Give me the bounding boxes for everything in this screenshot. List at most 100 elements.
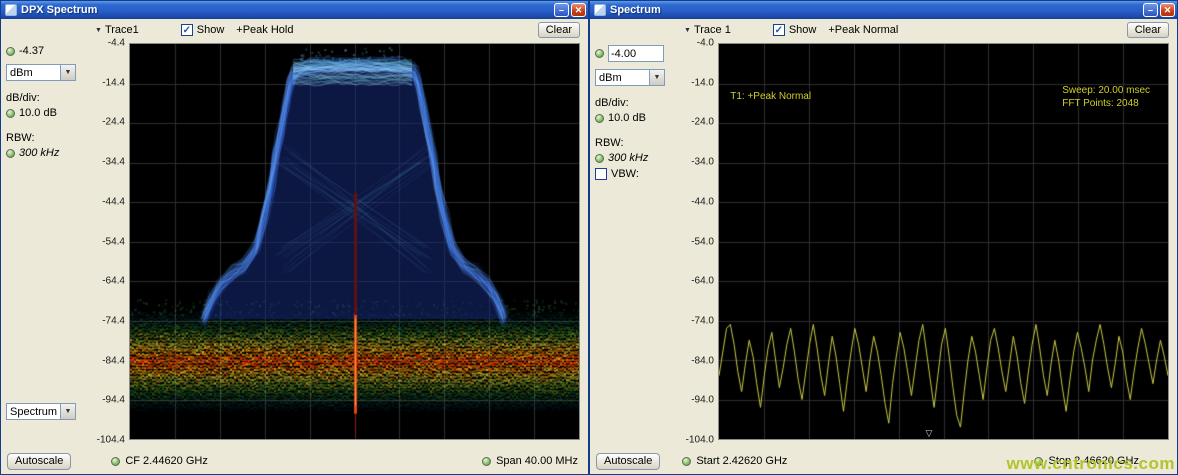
y-axis-tick-label: -94.0 bbox=[691, 395, 714, 406]
dbdiv-knob-icon[interactable] bbox=[595, 114, 604, 123]
titlebar-buttons: – ✕ bbox=[1143, 3, 1175, 17]
spectrum-window: Spectrum – ✕ dBm ▼ dB/div: 10.0 dB bbox=[589, 0, 1178, 475]
window-title: DPX Spectrum bbox=[21, 4, 550, 16]
display-mode-value: Spectrum bbox=[7, 406, 60, 418]
spec-y-axis: -4.0-14.0-24.0-34.0-44.0-54.0-64.0-74.0-… bbox=[682, 43, 718, 440]
clear-button[interactable]: Clear bbox=[1127, 22, 1169, 38]
cf-knob-icon[interactable] bbox=[111, 457, 120, 466]
span-control: Span 40.00 MHz bbox=[482, 455, 578, 467]
vbw-label: VBW: bbox=[611, 168, 639, 180]
y-axis-tick-label: -24.4 bbox=[102, 117, 125, 128]
dpx-plot-area[interactable] bbox=[129, 43, 580, 440]
autoscale-button[interactable]: Autoscale bbox=[596, 453, 660, 470]
trace-select[interactable]: ▼ Trace 1 bbox=[684, 24, 731, 36]
chevron-down-icon: ▼ bbox=[60, 404, 75, 419]
ref-level-knob-icon[interactable] bbox=[6, 47, 15, 56]
dbdiv-knob-icon[interactable] bbox=[6, 109, 15, 118]
span-readout[interactable]: Span 40.00 MHz bbox=[496, 455, 578, 467]
trace-label: Trace1 bbox=[105, 24, 139, 36]
trace-label: Trace 1 bbox=[694, 24, 731, 36]
window-title: Spectrum bbox=[610, 4, 1139, 16]
dbdiv-label: dB/div: bbox=[6, 92, 91, 104]
chevron-down-icon: ▼ bbox=[684, 27, 691, 34]
center-frequency-control: CF 2.44620 GHz bbox=[111, 455, 208, 467]
ref-level-input[interactable] bbox=[608, 45, 664, 62]
y-axis-tick-label: -44.4 bbox=[102, 196, 125, 207]
rbw-knob-icon[interactable] bbox=[6, 149, 15, 158]
y-axis-tick-label: -84.4 bbox=[102, 355, 125, 366]
y-axis-tick-label: -34.4 bbox=[102, 157, 125, 168]
unit-value: dBm bbox=[7, 67, 60, 79]
y-axis-tick-label: -54.0 bbox=[691, 236, 714, 247]
y-axis-tick-label: -64.4 bbox=[102, 276, 125, 287]
center-frequency-readout[interactable]: CF 2.44620 GHz bbox=[125, 455, 208, 467]
trace-select[interactable]: ▼ Trace1 bbox=[95, 24, 139, 36]
start-frequency-readout[interactable]: Start 2.42620 GHz bbox=[696, 455, 787, 467]
rbw-value[interactable]: 300 kHz bbox=[608, 152, 648, 164]
spectrum-sidebar: dBm ▼ dB/div: 10.0 dB RBW: 300 kHz VBW: bbox=[590, 19, 682, 450]
checkbox-checked-icon: ✓ bbox=[773, 24, 785, 36]
show-label: Show bbox=[197, 24, 225, 36]
close-button[interactable]: ✕ bbox=[571, 3, 586, 17]
app-icon bbox=[594, 4, 606, 16]
checkbox-checked-icon: ✓ bbox=[181, 24, 193, 36]
y-axis-tick-label: -4.0 bbox=[697, 38, 714, 49]
y-axis-tick-label: -104.0 bbox=[686, 435, 714, 446]
rbw-value[interactable]: 300 kHz bbox=[19, 147, 59, 159]
minimize-button[interactable]: – bbox=[1143, 3, 1158, 17]
y-axis-tick-label: -4.4 bbox=[108, 38, 125, 49]
dpx-canvas[interactable] bbox=[130, 44, 579, 439]
ref-level-control bbox=[595, 45, 680, 62]
trace-annotation: T1: +Peak Normal bbox=[730, 91, 811, 102]
y-axis-tick-label: -34.0 bbox=[691, 157, 714, 168]
y-axis-tick-label: -74.0 bbox=[691, 315, 714, 326]
dbdiv-value[interactable]: 10.0 dB bbox=[19, 107, 57, 119]
sweep-annotation: Sweep: 20.00 msec FFT Points: 2048 bbox=[1062, 84, 1150, 110]
close-button[interactable]: ✕ bbox=[1160, 3, 1175, 17]
marker-triangle-icon[interactable]: ▽ bbox=[926, 428, 933, 439]
chevron-down-icon: ▼ bbox=[95, 27, 102, 34]
display-mode-select[interactable]: Spectrum ▼ bbox=[6, 403, 76, 420]
dbdiv-control: 10.0 dB bbox=[595, 112, 680, 124]
spectrum-window-body: dBm ▼ dB/div: 10.0 dB RBW: 300 kHz VBW: bbox=[590, 19, 1177, 474]
span-knob-icon[interactable] bbox=[482, 457, 491, 466]
minimize-button[interactable]: – bbox=[554, 3, 569, 17]
chevron-down-icon: ▼ bbox=[649, 70, 664, 85]
ref-level-knob-icon[interactable] bbox=[595, 49, 604, 58]
dpx-sidebar: -4.37 dBm ▼ dB/div: 10.0 dB RBW: 300 kHz bbox=[1, 19, 93, 450]
unit-select[interactable]: dBm ▼ bbox=[595, 69, 665, 86]
dpx-toolbar: ▼ Trace1 ✓ Show +Peak Hold Clear bbox=[93, 19, 588, 41]
y-axis-tick-label: -64.0 bbox=[691, 276, 714, 287]
vbw-checkbox[interactable]: VBW: bbox=[595, 168, 680, 180]
dpx-y-axis: -4.4-14.4-24.4-34.4-44.4-54.4-64.4-74.4-… bbox=[93, 43, 129, 440]
show-checkbox[interactable]: ✓ Show bbox=[181, 24, 225, 36]
detector-label: +Peak Hold bbox=[236, 24, 293, 36]
unit-select[interactable]: dBm ▼ bbox=[6, 64, 76, 81]
rbw-label: RBW: bbox=[6, 132, 91, 144]
ref-level-value[interactable]: -4.37 bbox=[19, 45, 44, 57]
unit-value: dBm bbox=[596, 72, 649, 84]
y-axis-tick-label: -14.0 bbox=[691, 77, 714, 88]
rbw-knob-icon[interactable] bbox=[595, 154, 604, 163]
show-checkbox[interactable]: ✓ Show bbox=[773, 24, 817, 36]
app-icon bbox=[5, 4, 17, 16]
y-axis-tick-label: -94.4 bbox=[102, 395, 125, 406]
rbw-control: 300 kHz bbox=[595, 152, 680, 164]
dbdiv-control: 10.0 dB bbox=[6, 107, 91, 119]
clear-button[interactable]: Clear bbox=[538, 22, 580, 38]
dbdiv-label: dB/div: bbox=[595, 97, 680, 109]
autoscale-button[interactable]: Autoscale bbox=[7, 453, 71, 470]
y-axis-tick-label: -54.4 bbox=[102, 236, 125, 247]
start-knob-icon[interactable] bbox=[682, 457, 691, 466]
dpx-window-body: -4.37 dBm ▼ dB/div: 10.0 dB RBW: 300 kHz bbox=[1, 19, 588, 474]
rbw-control: 300 kHz bbox=[6, 147, 91, 159]
sweep-text: Sweep: 20.00 msec bbox=[1062, 84, 1150, 97]
show-label: Show bbox=[789, 24, 817, 36]
detector-label: +Peak Normal bbox=[828, 24, 898, 36]
watermark-text: www.cntronics.com bbox=[1007, 454, 1175, 474]
fft-points-text: FFT Points: 2048 bbox=[1062, 97, 1150, 110]
spectrum-titlebar: Spectrum – ✕ bbox=[590, 1, 1177, 19]
spectrum-plot-area[interactable]: T1: +Peak Normal Sweep: 20.00 msec FFT P… bbox=[718, 43, 1169, 440]
dpx-footer: Autoscale CF 2.44620 GHz Span 40.00 MHz bbox=[1, 450, 588, 474]
dbdiv-value[interactable]: 10.0 dB bbox=[608, 112, 646, 124]
